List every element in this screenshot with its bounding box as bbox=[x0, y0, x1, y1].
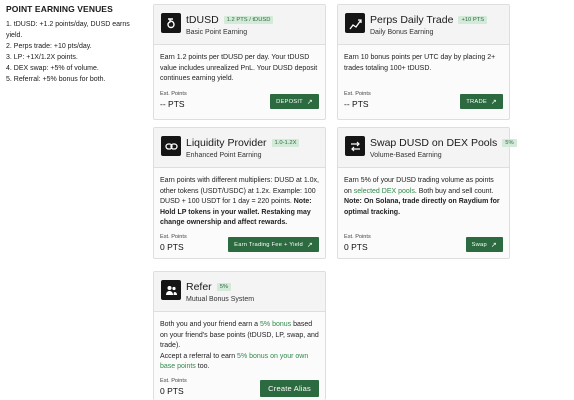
est-points-value: 0 PTS bbox=[160, 242, 184, 252]
percent-badge: 5% bbox=[216, 283, 232, 291]
est-points-value: 0 PTS bbox=[344, 242, 368, 252]
sidebar-line: 1. tDUSD: +1.2 points/day, DUSD earns bbox=[6, 21, 130, 28]
card-subtitle: Volume-Based Earning bbox=[370, 152, 442, 159]
description-text: too. bbox=[197, 363, 210, 370]
est-points-label: Est. Points bbox=[344, 91, 371, 97]
card-title: Refer bbox=[186, 281, 212, 293]
liquidity-provider-card: Liquidity Provider 1.0-1.2X Enhanced Poin… bbox=[153, 127, 326, 259]
tdusd-logo-icon bbox=[161, 13, 181, 33]
description-text: . Both buy and sell count. bbox=[414, 187, 494, 195]
multiplier-badge: 1.2 PTS / tDUSD bbox=[223, 16, 274, 24]
card-subtitle: Mutual Bonus System bbox=[186, 296, 255, 303]
arrow-up-right-icon: ↗ bbox=[490, 241, 497, 249]
card-title: Perps Daily Trade bbox=[370, 14, 454, 26]
button-label: Create Alias bbox=[268, 384, 311, 393]
arrow-up-right-icon: ↗ bbox=[306, 241, 313, 249]
bonus-highlight: 5% bonus bbox=[260, 321, 292, 328]
est-points-label: Est. Points bbox=[160, 91, 187, 97]
card-title: tDUSD bbox=[186, 14, 219, 26]
card-subtitle: Enhanced Point Earning bbox=[186, 152, 262, 159]
swap-button[interactable]: Swap ↗ bbox=[465, 237, 503, 252]
button-label: TRADE bbox=[466, 98, 487, 105]
arrow-up-right-icon: ↗ bbox=[490, 98, 497, 106]
est-points-value: -- PTS bbox=[344, 99, 369, 109]
create-alias-button[interactable]: Create Alias bbox=[260, 380, 319, 397]
card-header: Refer 5% Mutual Bonus System bbox=[154, 272, 325, 312]
description-text: Accept a referral to earn bbox=[160, 352, 236, 360]
sidebar-line: 4. DEX swap: +5% of volume. bbox=[6, 65, 99, 72]
sidebar-heading: POINT EARNING VENUES bbox=[6, 4, 113, 14]
est-points-label: Est. Points bbox=[160, 378, 187, 384]
card-header: Liquidity Provider 1.0-1.2X Enhanced Poin… bbox=[154, 128, 325, 168]
card-title: Swap DUSD on DEX Pools bbox=[370, 137, 498, 149]
card-description: Earn points with different multipliers: … bbox=[160, 176, 319, 229]
sidebar-line: 3. LP: +1X/1.2X points. bbox=[6, 54, 78, 61]
card-subtitle: Daily Bonus Earning bbox=[370, 29, 434, 36]
refer-card: Refer 5% Mutual Bonus System Both you and… bbox=[153, 271, 326, 400]
sidebar-line: 2. Perps trade: +10 pts/day. bbox=[6, 43, 92, 50]
trade-button[interactable]: TRADE ↗ bbox=[460, 94, 503, 109]
button-label: Earn Trading Fee + Yield bbox=[234, 241, 303, 248]
card-header: Swap DUSD on DEX Pools 5% Volume-Based Ea… bbox=[338, 128, 517, 168]
perps-card: Perps Daily Trade +10 PTS Daily Bonus Ear… bbox=[337, 4, 510, 120]
description-text: Both you and your friend earn a bbox=[160, 321, 259, 328]
deposit-button[interactable]: DEPOSIT ↗ bbox=[270, 94, 319, 109]
card-title: Liquidity Provider bbox=[186, 137, 267, 149]
card-description: Earn 5% of your DUSD trading volume as p… bbox=[344, 176, 503, 218]
sidebar-line: yield. bbox=[6, 32, 23, 39]
chart-trend-icon bbox=[345, 13, 365, 33]
est-points-label: Est. Points bbox=[160, 234, 187, 240]
card-description: Earn 10 bonus points per UTC day by plac… bbox=[344, 54, 496, 72]
sidebar-line: 5. Referral: +5% bonus for both. bbox=[6, 76, 106, 83]
est-points-value: -- PTS bbox=[160, 99, 185, 109]
description-note: Note: On Solana, trade directly on Raydi… bbox=[344, 198, 500, 216]
card-header: Perps Daily Trade +10 PTS Daily Bonus Ear… bbox=[338, 5, 509, 45]
percent-badge: 5% bbox=[502, 139, 517, 147]
card-subtitle: Basic Point Earning bbox=[186, 29, 248, 36]
button-label: Swap bbox=[471, 241, 487, 248]
est-points-label: Est. Points bbox=[344, 234, 371, 240]
chain-link-icon bbox=[161, 136, 181, 156]
dex-pools-link[interactable]: selected DEX pools bbox=[354, 188, 415, 195]
point-venues-sidebar: POINT EARNING VENUES 1. tDUSD: +1.2 poin… bbox=[6, 4, 150, 85]
swap-icon bbox=[345, 136, 365, 156]
card-header: tDUSD 1.2 PTS / tDUSD Basic Point Earning bbox=[154, 5, 325, 45]
bonus-badge: +10 PTS bbox=[458, 16, 488, 24]
card-description: Earn 1.2 points per tDUSD per day. Your … bbox=[160, 54, 318, 82]
multiplier-badge: 1.0-1.2X bbox=[271, 139, 300, 147]
button-label: DEPOSIT bbox=[276, 98, 303, 105]
earn-trading-fee-button[interactable]: Earn Trading Fee + Yield ↗ bbox=[228, 237, 319, 252]
est-points-value: 0 PTS bbox=[160, 386, 184, 396]
arrow-up-right-icon: ↗ bbox=[306, 98, 313, 106]
referral-people-icon bbox=[161, 280, 181, 300]
swap-card: Swap DUSD on DEX Pools 5% Volume-Based Ea… bbox=[337, 127, 517, 259]
tdusd-card: tDUSD 1.2 PTS / tDUSD Basic Point Earning… bbox=[153, 4, 326, 120]
card-description: Both you and your friend earn a 5% bonus… bbox=[160, 320, 319, 373]
